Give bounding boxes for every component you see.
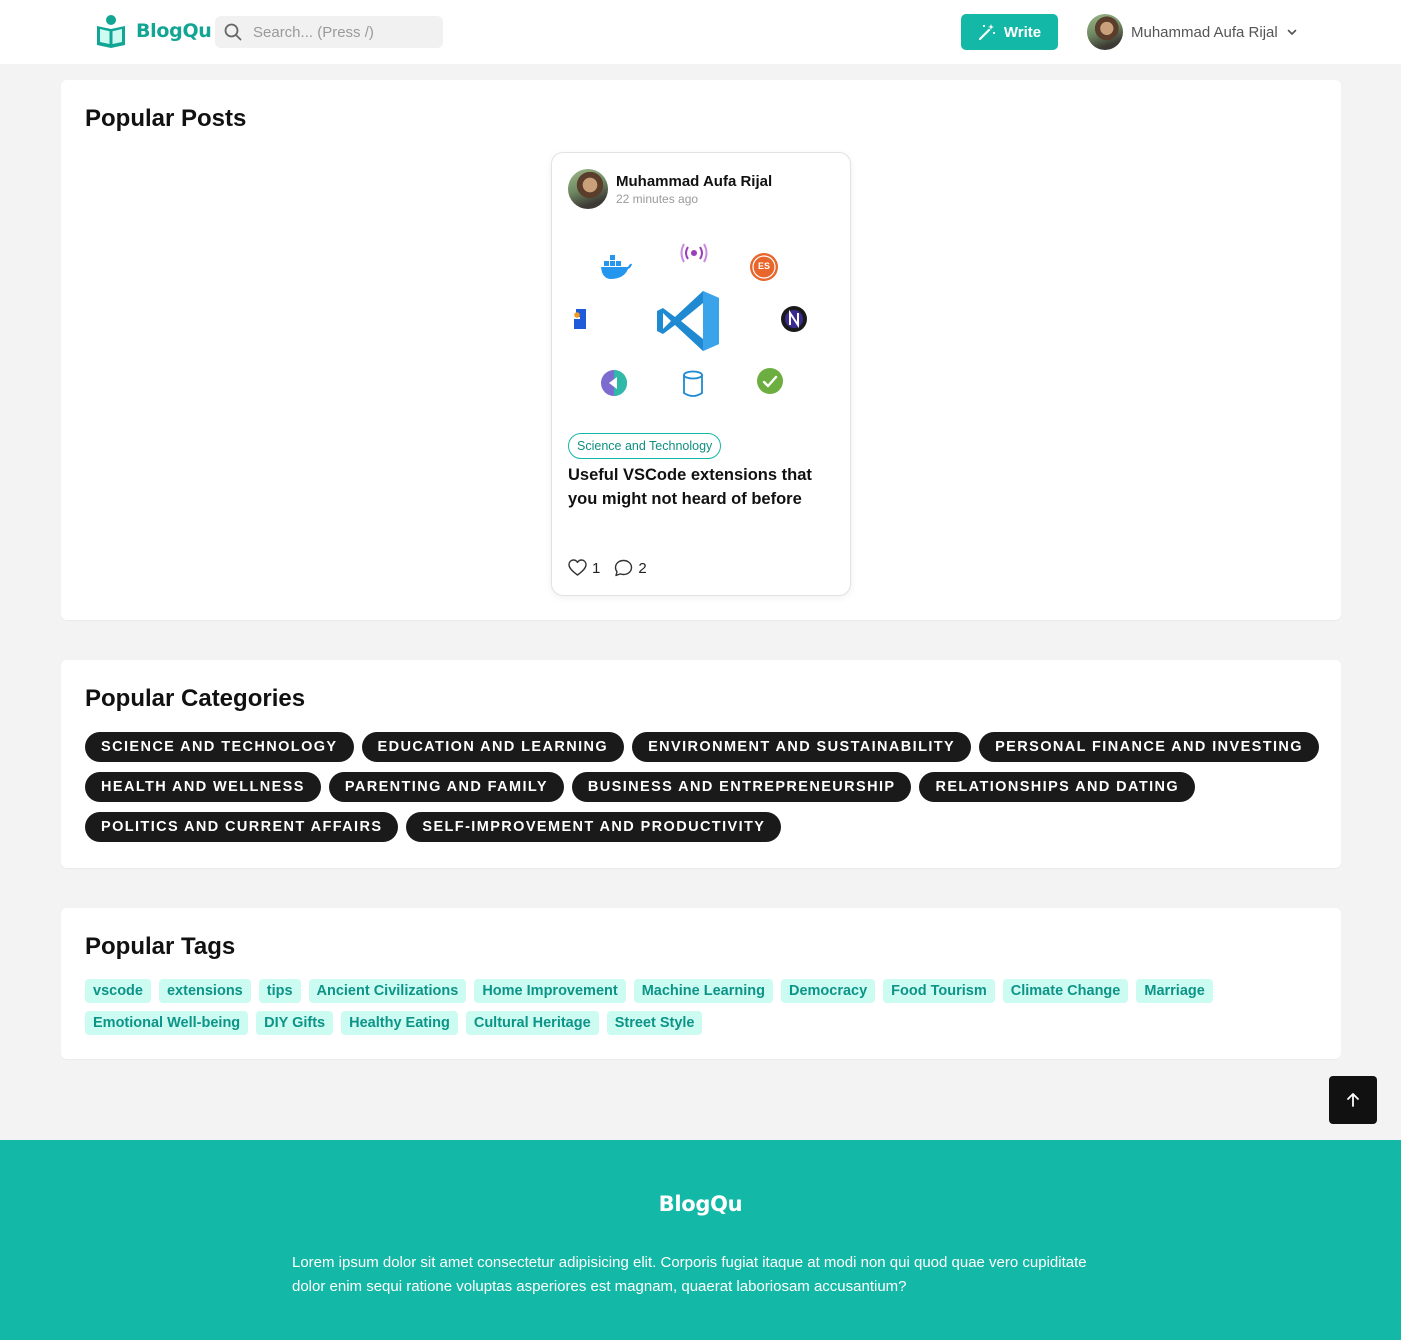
write-label: Write <box>1003 23 1042 41</box>
category-list: Science and Technology Education and Lea… <box>85 732 1325 842</box>
heart-icon <box>568 559 587 576</box>
tag-list: vscode extensions tips Ancient Civilizat… <box>85 979 1325 1035</box>
category-pill[interactable]: Parenting and Family <box>328 772 564 802</box>
footer-brand: BlogQu <box>658 1192 743 1216</box>
chevron-down-icon <box>1287 29 1297 35</box>
live-server-icon <box>680 243 708 263</box>
comment-icon <box>615 559 633 577</box>
tag-pill[interactable]: Food Tourism <box>883 979 995 1003</box>
svg-text:ES: ES <box>758 261 770 271</box>
post-card[interactable]: Muhammad Aufa Rijal 22 minutes ago ES Sc… <box>551 152 851 596</box>
brand-logo[interactable]: BlogQu <box>95 14 212 48</box>
popular-categories-section: Popular Categories Science and Technolog… <box>61 660 1341 868</box>
avatar <box>1087 14 1123 50</box>
search-box[interactable] <box>215 16 443 48</box>
category-pill[interactable]: Science and Technology <box>85 732 354 762</box>
post-thumbnail[interactable]: ES <box>568 229 836 409</box>
post-timestamp: 22 minutes ago <box>616 191 699 206</box>
category-pill[interactable]: Health and Wellness <box>85 772 321 802</box>
tag-pill[interactable]: Emotional Well-being <box>85 1011 249 1035</box>
post-title[interactable]: Useful VSCode extensions that you might … <box>568 463 836 511</box>
tag-pill[interactable]: extensions <box>158 979 251 1003</box>
footer: BlogQu Lorem ipsum dolor sit amet consec… <box>0 1140 1401 1340</box>
popular-tags-section: Popular Tags vscode extensions tips Anci… <box>61 908 1341 1059</box>
tag-pill[interactable]: Ancient Civilizations <box>308 979 467 1003</box>
user-menu[interactable]: Muhammad Aufa Rijal <box>1087 14 1298 50</box>
user-name: Muhammad Aufa Rijal <box>1131 23 1278 41</box>
like-button[interactable]: 1 <box>568 559 600 577</box>
tag-pill[interactable]: vscode <box>85 979 151 1003</box>
search-input[interactable] <box>253 23 433 41</box>
tag-pill[interactable]: DIY Gifts <box>256 1011 334 1035</box>
tag-pill[interactable]: Cultural Heritage <box>465 1011 599 1035</box>
comment-count: 2 <box>638 559 647 577</box>
author-name: Muhammad Aufa Rijal <box>616 172 773 190</box>
docker-icon <box>601 255 632 279</box>
category-pill[interactable]: Politics and Current Affairs <box>85 812 399 842</box>
author-avatar <box>568 169 608 209</box>
category-pill[interactable]: Business and Entrepreneurship <box>571 772 912 802</box>
nx-icon <box>781 306 807 332</box>
book-reader-icon <box>97 15 125 48</box>
magic-wand-icon <box>978 24 995 41</box>
database-icon <box>683 370 703 397</box>
formatter-icon <box>574 309 586 329</box>
write-button[interactable]: Write <box>961 14 1058 50</box>
arrow-up-icon <box>1347 1093 1359 1107</box>
post-stats: 1 2 <box>568 559 647 577</box>
search-icon <box>224 23 242 41</box>
extension-circle-icon <box>601 370 627 396</box>
section-title: Popular Categories <box>85 685 306 712</box>
comment-button[interactable]: 2 <box>614 559 647 577</box>
vscode-logo <box>657 291 719 351</box>
post-category-badge[interactable]: Science and Technology <box>568 433 722 459</box>
section-title: Popular Tags <box>85 933 236 960</box>
category-pill[interactable]: Relationships and Dating <box>919 772 1196 802</box>
tag-pill[interactable]: Climate Change <box>1002 979 1129 1003</box>
category-pill[interactable]: Personal Finance and Investing <box>979 732 1319 762</box>
popular-posts-section: Popular Posts Muhammad Aufa Rijal 22 min… <box>61 80 1341 620</box>
footer-description: Lorem ipsum dolor sit amet consectetur a… <box>292 1254 1087 1295</box>
navbar: BlogQu Write Muhammad Aufa Rijal <box>0 0 1401 64</box>
es-badge-icon: ES <box>750 253 778 281</box>
tag-pill[interactable]: Machine Learning <box>633 979 773 1003</box>
back-to-top-button[interactable] <box>1329 1076 1377 1124</box>
tag-pill[interactable]: Street Style <box>606 1011 703 1035</box>
category-pill[interactable]: Education and Learning <box>361 732 625 762</box>
tag-pill[interactable]: Healthy Eating <box>341 1011 458 1035</box>
tag-pill[interactable]: tips <box>258 979 301 1003</box>
category-pill[interactable]: Environment and Sustainability <box>632 732 972 762</box>
section-title: Popular Posts <box>85 105 247 132</box>
tag-pill[interactable]: Home Improvement <box>474 979 626 1003</box>
brand-name: BlogQu <box>136 20 212 42</box>
category-pill[interactable]: Self-Improvement and Productivity <box>406 812 782 842</box>
tag-pill[interactable]: Marriage <box>1136 979 1213 1003</box>
post-author[interactable]: Muhammad Aufa Rijal 22 minutes ago <box>568 169 772 209</box>
check-badge-icon <box>757 368 783 394</box>
tag-pill[interactable]: Democracy <box>780 979 876 1003</box>
like-count: 1 <box>592 559 601 577</box>
